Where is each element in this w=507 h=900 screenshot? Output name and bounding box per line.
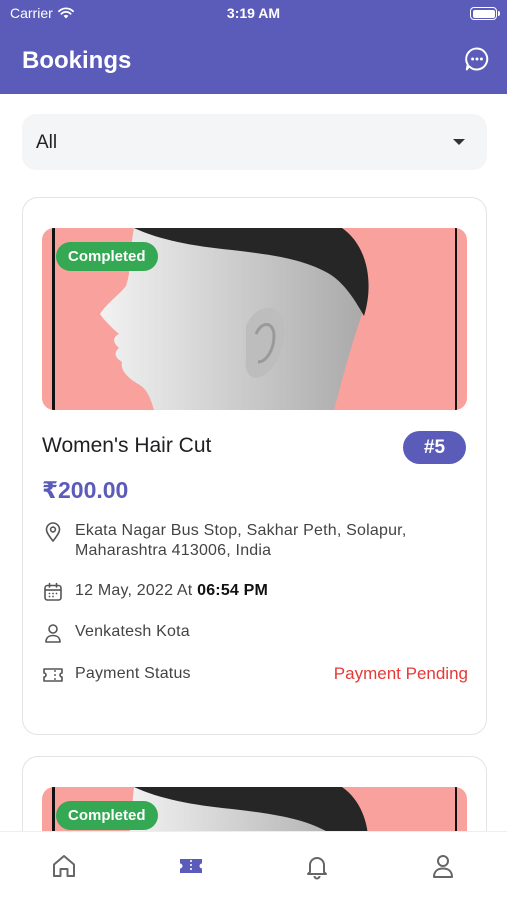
booking-time: 06:54 PM [197,582,269,599]
date-row: 12 May, 2022 At 06:54 PM [42,581,468,603]
chat-button[interactable] [463,45,491,73]
nav-home[interactable] [48,850,80,882]
calendar-icon [42,581,64,603]
service-name: Women's Hair Cut [42,434,212,457]
ticket-icon [180,859,202,873]
customer-row: Venkatesh Kota [42,622,468,644]
ticket-outline-icon [42,664,64,686]
nav-bookings[interactable] [175,850,207,882]
image-border-right [454,228,457,410]
bottom-navigation [0,831,507,900]
service-image: Completed [42,228,467,410]
nav-notifications[interactable] [301,850,333,882]
status-badge: Completed [56,801,158,830]
customer-name: Venkatesh Kota [75,623,190,640]
booking-number-badge: #5 [403,431,466,464]
nav-profile[interactable] [427,850,459,882]
address-text: Ekata Nagar Bus Stop, Sakhar Peth, Solap… [75,522,407,559]
payment-status-value: Payment Pending [333,664,468,683]
battery-icon [470,7,500,20]
booking-date: 12 May, 2022 At [75,582,193,599]
home-icon [53,855,75,877]
status-bar: Carrier 3:19 AM [0,0,507,28]
clock: 3:19 AM [226,5,281,21]
app-header: Bookings [0,28,507,94]
image-border-left [52,228,55,410]
carrier-indicator: Carrier [10,5,74,21]
user-icon [433,855,453,878]
booking-price: ₹200.00 [42,477,129,503]
user-icon [42,622,64,644]
address-row: Ekata Nagar Bus Stop, Sakhar Peth, Solap… [42,521,468,561]
caret-down-icon [453,139,465,145]
status-badge: Completed [56,242,158,271]
wifi-icon [57,7,74,19]
booking-card[interactable]: Completed Women's Hair Cut #5 ₹200.00 Ek… [22,197,487,735]
page-title: Bookings [22,47,132,74]
location-pin-icon [42,521,64,543]
payment-status-label: Payment Status [75,665,191,682]
chat-bubble-icon [465,47,489,71]
bell-icon [307,857,327,880]
filter-selected-value: All [36,132,58,153]
carrier-label: Carrier [10,5,53,21]
date-text: 12 May, 2022 At 06:54 PM [75,581,268,601]
payment-row: Payment Status Payment Pending [42,664,468,686]
status-filter-dropdown[interactable]: All [22,114,487,170]
